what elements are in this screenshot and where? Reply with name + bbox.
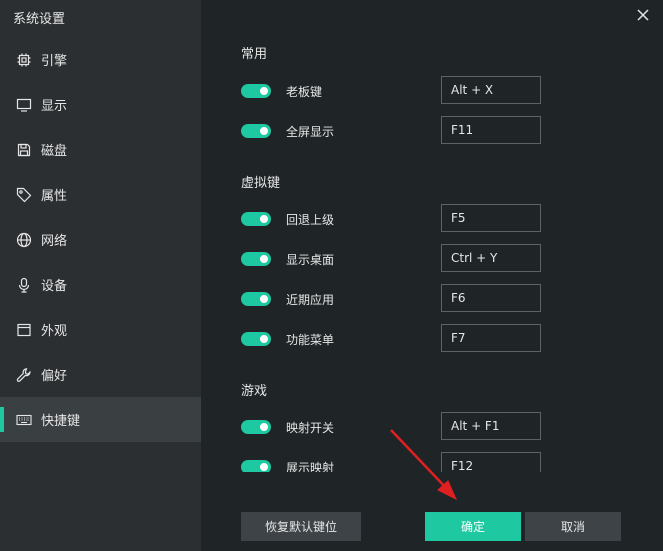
shortcut-label: 功能菜单 — [286, 333, 335, 347]
sidebar-item-label: 显示 — [41, 99, 68, 114]
confirm-button[interactable]: 确定 — [425, 512, 521, 541]
shortcut-row: 全屏显示 F11 — [241, 116, 561, 146]
shortcut-row: 显示桌面 Ctrl + Y — [241, 244, 561, 274]
shortcut-label: 全屏显示 — [286, 125, 335, 139]
section-title-game: 游戏 — [241, 384, 268, 399]
show-mapping-key-field[interactable]: F12 — [441, 452, 541, 472]
shortcut-row: 近期应用 F6 — [241, 284, 561, 314]
sidebar: 系统设置 引擎 显示 磁盘 属性 网络 设备 外观 偏好 快捷键 — [0, 0, 201, 551]
go-back-toggle[interactable] — [241, 212, 271, 226]
function-menu-key-field[interactable]: F7 — [441, 324, 541, 352]
shortcut-row: 回退上级 F5 — [241, 204, 561, 234]
keyboard-icon — [15, 411, 33, 429]
shortcut-label: 老板键 — [286, 85, 323, 99]
close-button[interactable] — [633, 5, 653, 25]
shortcut-label: 近期应用 — [286, 293, 335, 307]
shortcut-row: 老板键 Alt + X — [241, 76, 561, 106]
recent-apps-toggle[interactable] — [241, 292, 271, 306]
section-title-common: 常用 — [241, 47, 268, 62]
sidebar-item-label: 磁盘 — [41, 144, 68, 159]
chip-icon — [15, 51, 33, 69]
function-menu-toggle[interactable] — [241, 332, 271, 346]
window-title: 系统设置 — [13, 12, 66, 27]
fullscreen-toggle[interactable] — [241, 124, 271, 138]
shortcut-label: 显示桌面 — [286, 253, 335, 267]
sidebar-item-appearance[interactable]: 外观 — [0, 307, 201, 352]
shortcut-label: 展示映射 — [286, 461, 335, 472]
sidebar-item-preferences[interactable]: 偏好 — [0, 352, 201, 397]
restore-default-keys-button[interactable]: 恢复默认键位 — [241, 512, 361, 541]
mapping-switch-toggle[interactable] — [241, 420, 271, 434]
sidebar-item-engine[interactable]: 引擎 — [0, 37, 201, 82]
show-desktop-key-field[interactable]: Ctrl + Y — [441, 244, 541, 272]
sidebar-item-properties[interactable]: 属性 — [0, 172, 201, 217]
window-icon — [15, 321, 33, 339]
cancel-button[interactable]: 取消 — [525, 512, 621, 541]
mapping-switch-key-field[interactable]: Alt + F1 — [441, 412, 541, 440]
go-back-key-field[interactable]: F5 — [441, 204, 541, 232]
boss-key-field[interactable]: Alt + X — [441, 76, 541, 104]
sidebar-item-disk[interactable]: 磁盘 — [0, 127, 201, 172]
boss-key-toggle[interactable] — [241, 84, 271, 98]
microphone-icon — [15, 276, 33, 294]
sidebar-item-shortcuts[interactable]: 快捷键 — [0, 397, 201, 442]
section-title-virtual: 虚拟键 — [241, 176, 281, 191]
sidebar-item-display[interactable]: 显示 — [0, 82, 201, 127]
sidebar-item-label: 引擎 — [41, 54, 68, 69]
recent-apps-key-field[interactable]: F6 — [441, 284, 541, 312]
sidebar-item-label: 快捷键 — [41, 414, 81, 429]
globe-icon — [15, 231, 33, 249]
shortcut-label: 回退上级 — [286, 213, 335, 227]
sidebar-item-label: 设备 — [41, 279, 68, 294]
settings-window: 系统设置 引擎 显示 磁盘 属性 网络 设备 外观 偏好 快捷键 常用 老板键 … — [0, 0, 663, 551]
shortcut-settings-panel[interactable]: 常用 老板键 Alt + X 全屏显示 F11 虚拟键 回退上级 F5 显示桌面… — [201, 28, 663, 472]
monitor-icon — [15, 96, 33, 114]
show-mapping-toggle[interactable] — [241, 460, 271, 472]
shortcut-row: 映射开关 Alt + F1 — [241, 412, 561, 442]
sidebar-item-network[interactable]: 网络 — [0, 217, 201, 262]
sidebar-item-label: 偏好 — [41, 369, 68, 384]
shortcut-row: 功能菜单 F7 — [241, 324, 561, 354]
save-icon — [15, 141, 33, 159]
wrench-icon — [15, 366, 33, 384]
shortcut-label: 映射开关 — [286, 421, 335, 435]
show-desktop-toggle[interactable] — [241, 252, 271, 266]
sidebar-item-devices[interactable]: 设备 — [0, 262, 201, 307]
close-icon — [637, 9, 649, 21]
shortcut-row: 展示映射 F12 — [241, 452, 561, 472]
sidebar-item-label: 外观 — [41, 324, 68, 339]
sidebar-item-label: 属性 — [41, 189, 68, 204]
tag-icon — [15, 186, 33, 204]
sidebar-item-label: 网络 — [41, 234, 68, 249]
fullscreen-key-field[interactable]: F11 — [441, 116, 541, 144]
